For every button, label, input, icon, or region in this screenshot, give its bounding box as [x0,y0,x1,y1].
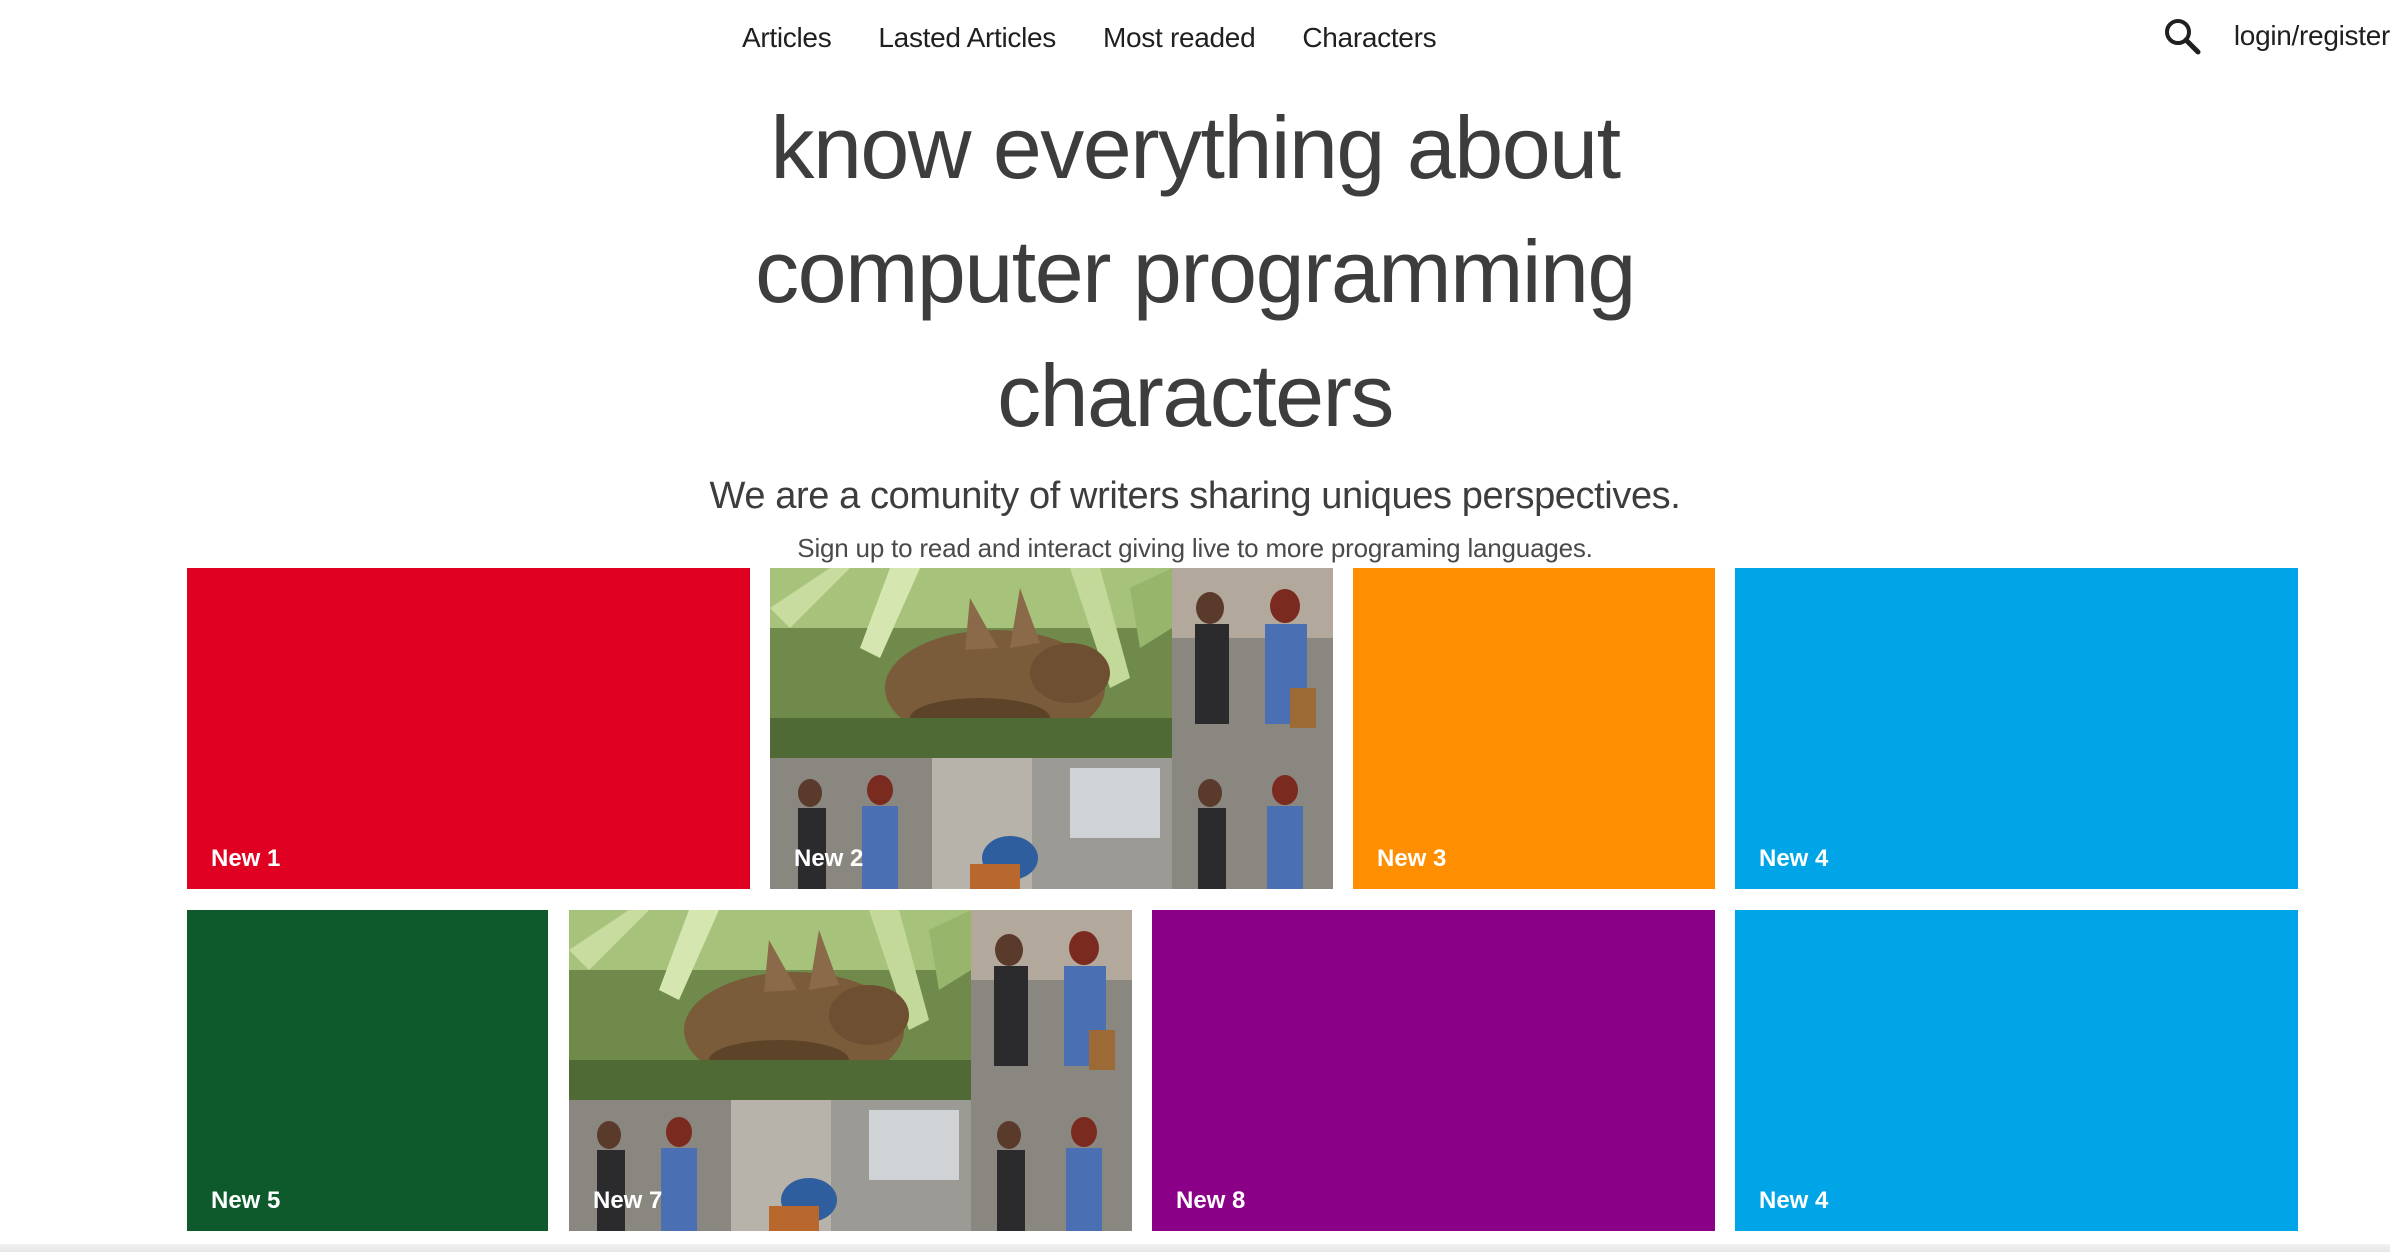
login-register-link[interactable]: login/register [2234,16,2390,56]
news-tile-5[interactable]: New 5 [187,910,548,1231]
hero-title: know everything about computer programmi… [755,98,1636,445]
tile-label: New 2 [794,845,864,872]
photo-collage-image [569,910,1132,1231]
hero-signup-text: Sign up to read and interact giving live… [797,533,1593,563]
photo-collage-image [770,568,1333,889]
news-tile-8[interactable]: New 8 [1152,910,1715,1231]
tile-label: New 8 [1176,1187,1246,1214]
hero-section: know everything about computer programmi… [0,86,2390,568]
hero-subtitle: We are a comunity of writers sharing uni… [709,475,1681,517]
nav-link-characters[interactable]: Characters [1302,18,1436,58]
tile-label: New 4 [1759,845,1829,872]
tile-label: New 1 [211,845,281,872]
top-navigation: Articles Lasted Articles Most readed Cha… [0,0,2390,76]
news-tile-1[interactable]: New 1 [187,568,750,889]
nav-links: Articles Lasted Articles Most readed Cha… [742,18,1437,58]
tile-label: New 4 [1759,1187,1829,1214]
search-icon[interactable] [2160,14,2204,58]
page: Articles Lasted Articles Most readed Cha… [0,0,2390,1252]
tile-label: New 3 [1377,845,1447,872]
tile-label: New 5 [211,1187,281,1214]
nav-link-most-readed[interactable]: Most readed [1103,18,1256,58]
news-tile-4-second[interactable]: New 4 [1735,910,2298,1231]
news-tile-3[interactable]: New 3 [1353,568,1715,889]
bottom-edge [0,1244,2390,1252]
news-tile-4[interactable]: New 4 [1735,568,2298,889]
nav-link-lasted-articles[interactable]: Lasted Articles [878,18,1056,58]
news-tile-7[interactable]: New 7 [569,910,1132,1231]
tile-label: New 7 [593,1187,663,1214]
nav-link-articles[interactable]: Articles [742,18,832,58]
news-tile-2[interactable]: New 2 [770,568,1333,889]
nav-right: login/register [2160,14,2390,58]
